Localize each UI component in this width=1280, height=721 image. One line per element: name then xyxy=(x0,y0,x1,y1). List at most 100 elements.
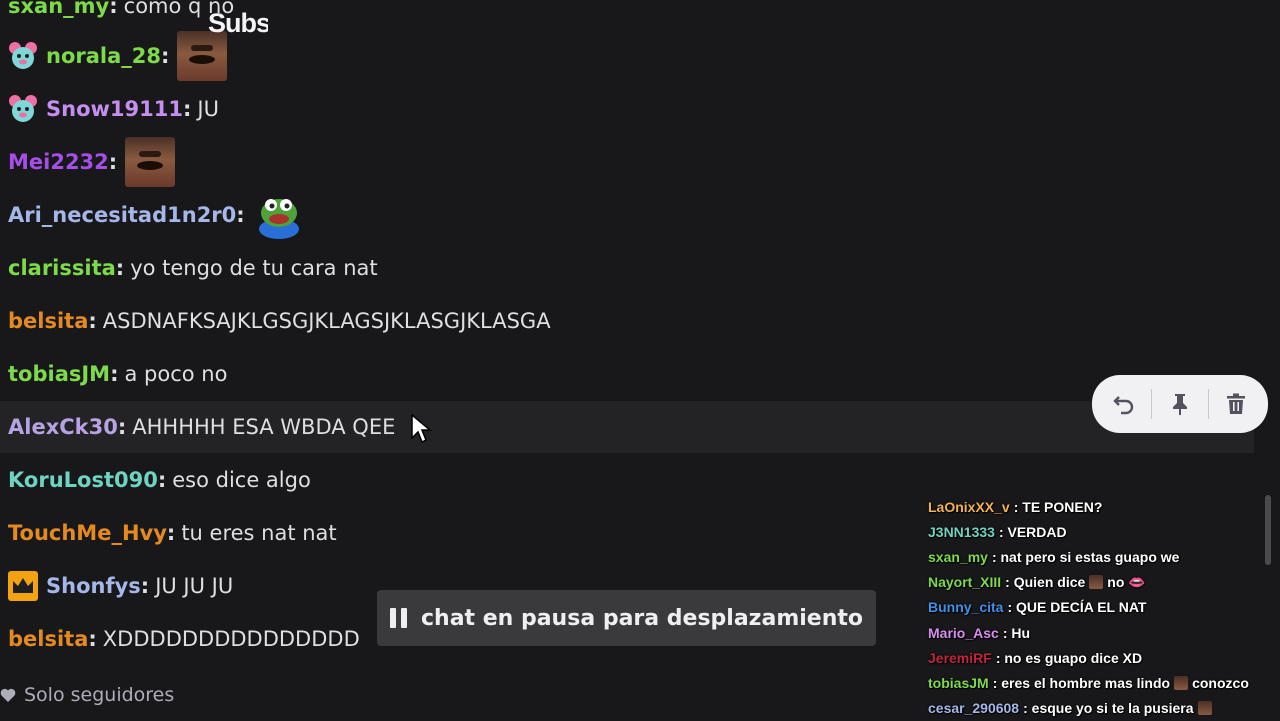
chat-message-row[interactable]: Mei2232: xyxy=(0,136,1254,188)
pin-icon xyxy=(1172,394,1187,415)
chat-message-row[interactable]: Snow19111: JU xyxy=(0,83,1254,135)
overlay-chat-line: J3NN1333: VERDAD xyxy=(928,519,1268,544)
lips-emoji-icon: 👄 xyxy=(1128,573,1146,590)
undo-icon xyxy=(1113,396,1133,415)
chat-message-row[interactable]: clarissita: yo tengo de tu cara nat xyxy=(0,242,1254,294)
overlay-chat-line: sxan_my: nat pero si estas guapo we xyxy=(928,544,1268,569)
chat-message-row[interactable]: AlexCk30: AHHHHH ESA WBDA QEE xyxy=(0,401,1254,453)
chat-username[interactable]: tobiasJM xyxy=(8,362,110,386)
overlay-chat-line: tobiasJM: eres el hombre mas lindo conozc… xyxy=(928,670,1268,695)
overlay-chat-line: LaOnixXX_v: TE PONEN? xyxy=(928,494,1268,519)
overlay-message-text: Hu xyxy=(1011,624,1031,641)
chat-username[interactable]: Mei2232 xyxy=(8,150,109,174)
chat-username[interactable]: TouchMe_Hvy xyxy=(8,521,167,545)
overlay-message-text: VERDAD xyxy=(1007,523,1067,540)
chat-colon: : xyxy=(108,150,118,174)
overlay-username: J3NN1333 xyxy=(928,523,995,540)
overlay-username: sxan_my xyxy=(928,548,988,565)
overlay-username: Bunny_cita xyxy=(928,599,1004,616)
chat-username[interactable]: clarissita xyxy=(8,256,116,280)
overlay-message-text-after: no xyxy=(1107,574,1125,591)
scrollbar[interactable] xyxy=(1265,495,1271,565)
overlay-username: LaOnixXX_v xyxy=(928,498,1010,515)
overlay-chat-line: JeremiRF: no es guapo dice XD xyxy=(928,645,1268,670)
overlay-colon: : xyxy=(1013,498,1023,515)
chat-message-row[interactable]: tobiasJM: a poco no xyxy=(0,348,1254,400)
chat-message-text: JU JU JU xyxy=(155,574,234,598)
overlay-chat-line: Bunny_cita: QUE DECÍA EL NAT xyxy=(928,595,1268,620)
laughing-face-emote-icon xyxy=(1089,575,1104,590)
chat-message-text: XDDDDDDDDDDDDDDD xyxy=(102,627,360,651)
chat-colon: : xyxy=(182,97,192,121)
overlay-colon: : xyxy=(1005,574,1014,591)
chat-colon: : xyxy=(88,309,97,333)
mouse-cursor-icon xyxy=(411,414,432,444)
overlay-username: JeremiRF xyxy=(928,649,992,666)
overlay-colon: : xyxy=(1023,700,1032,717)
chat-message-row[interactable]: belsita: ASDNAFKSAJKLGSGJKLAGSJKLASGJKLAS… xyxy=(0,295,1254,347)
chat-message-text: yo tengo de tu cara nat xyxy=(130,256,378,280)
chat-message-text: AHHHHH ESA WBDA QEE xyxy=(132,415,396,439)
pink-bear-badge-icon xyxy=(9,42,37,69)
chat-username[interactable]: belsita xyxy=(8,627,88,651)
chat-username[interactable]: AlexCk30 xyxy=(8,415,118,439)
chat-colon: : xyxy=(115,256,125,280)
trash-icon xyxy=(1227,393,1246,414)
overlay-username: Mario_Asc xyxy=(928,624,999,641)
pink-bear-badge-icon xyxy=(9,95,37,122)
chat-message-row[interactable]: norala_28: xyxy=(0,30,1254,82)
delete-button[interactable] xyxy=(1216,384,1256,424)
stream-overlay-chat: LaOnixXX_v: TE PONEN? J3NN1333: VERDAD sxa… xyxy=(928,494,1268,721)
chat-colon: : xyxy=(166,521,176,545)
overlay-chat-line: Nayort_XIII: Quien dice no 👄 xyxy=(928,570,1268,595)
chat-colon: : xyxy=(117,415,127,439)
chat-username[interactable]: Ari_necesitad1n2r0 xyxy=(8,203,236,227)
chat-message-text: JU xyxy=(197,97,219,121)
chat-paused-banner[interactable]: chat en pausa para desplazamiento xyxy=(377,590,876,646)
chat-colon: : xyxy=(110,362,119,386)
chat-colon: : xyxy=(161,44,170,68)
overlay-username: cesar_290608 xyxy=(928,700,1020,717)
chat-username[interactable]: norala_28 xyxy=(46,44,161,68)
overlay-message-text: QUE DECÍA EL NAT xyxy=(1016,599,1147,616)
pin-button[interactable] xyxy=(1160,384,1200,424)
chat-message-text: ASDNAFKSAJKLGSGJKLAGSJKLASGJKLASGA xyxy=(102,309,551,333)
chat-paused-label: chat en pausa para desplazamiento xyxy=(421,605,863,631)
chat-username[interactable]: Snow19111 xyxy=(46,97,183,121)
overlay-message-text: no es guapo dice XD xyxy=(1004,649,1143,666)
followers-only-label: Solo seguidores xyxy=(24,684,175,706)
chat-message-text: a poco no xyxy=(124,362,228,386)
chat-username[interactable]: belsita xyxy=(8,309,88,333)
overlay-colon: : xyxy=(991,548,1001,565)
undo-button[interactable] xyxy=(1104,384,1144,424)
overlay-colon: : xyxy=(1007,599,1017,616)
laughing-face-emote-icon xyxy=(1197,701,1212,716)
chat-message-text: tu eres nat nat xyxy=(181,521,337,545)
overlay-username: Nayort_XIII xyxy=(928,574,1002,591)
chat-colon: : xyxy=(236,203,245,227)
mod-tools-bar xyxy=(1092,375,1268,433)
separator xyxy=(1151,389,1153,419)
chat-colon: : xyxy=(109,0,118,18)
separator xyxy=(1207,389,1209,419)
overlay-colon: : xyxy=(992,674,1002,691)
chat-username[interactable]: KoruLost090 xyxy=(8,468,158,492)
overlay-username: tobiasJM xyxy=(928,674,989,691)
overlay-chat-line: cesar_290608: esque yo si te la pusiera xyxy=(928,696,1268,721)
pause-icon xyxy=(390,608,407,628)
chat-username[interactable]: sxan_my xyxy=(8,0,109,18)
chat-colon: : xyxy=(140,574,150,598)
pepe-emote-icon xyxy=(258,199,299,239)
subs-overlay-text: Subs xyxy=(208,8,268,38)
chat-username[interactable]: Shonfys xyxy=(46,574,141,598)
chat-message-row[interactable]: Ari_necesitad1n2r0: xyxy=(0,189,1254,241)
overlay-colon: : xyxy=(998,523,1008,540)
heart-icon xyxy=(0,688,16,702)
overlay-message-text: eres el hombre mas lindo xyxy=(1001,674,1171,691)
chat-message-row[interactable]: sxan_my: como q no xyxy=(0,0,1254,32)
laughing-face-emote-icon xyxy=(1174,675,1189,690)
chat-colon: : xyxy=(157,468,167,492)
laughing-face-emote-icon xyxy=(125,137,176,187)
chat-message-text: eso dice algo xyxy=(172,468,311,492)
overlay-message-text: esque yo si te la pusiera xyxy=(1031,700,1194,717)
